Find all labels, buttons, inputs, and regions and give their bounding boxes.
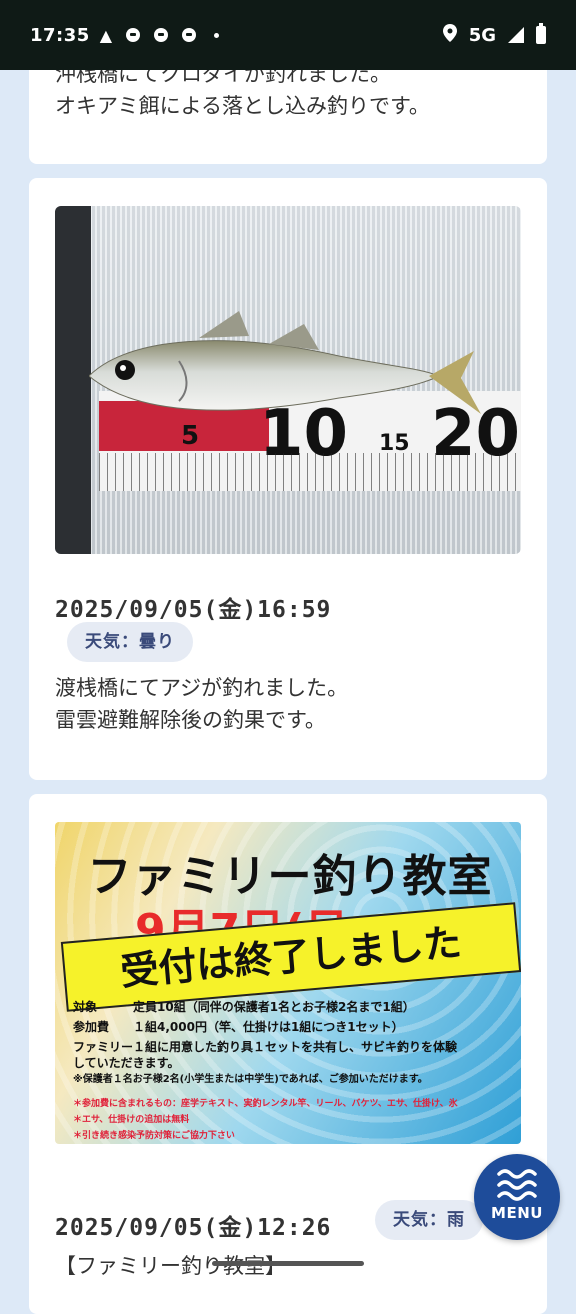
post-body-line: オキアミ餌による落とし込み釣りです。 <box>55 94 430 118</box>
status-time: 17:35 <box>30 24 90 46</box>
waves-icon <box>497 1169 537 1201</box>
post-body-line: 雷雲避難解除後の釣果です。 <box>55 708 326 732</box>
notification-icon <box>182 28 197 42</box>
home-indicator[interactable] <box>212 1261 364 1266</box>
post-datetime: 2025/09/05(金)16:59 <box>55 597 332 623</box>
battery-icon <box>536 23 546 44</box>
flyer-line: ファミリー１組に用意した釣り具１セットを共有し、サビキ釣りを体験 <box>73 1040 458 1054</box>
menu-button-label: MENU <box>491 1204 543 1222</box>
notification-icon <box>126 28 141 42</box>
weather-badge: 天気：曇り <box>67 622 193 662</box>
weather-badge: 天気：雨 <box>375 1200 483 1240</box>
post-datetime: 2025/09/05(金)12:26 <box>55 1215 332 1241</box>
network-type: 5G <box>468 24 496 46</box>
event-flyer-image[interactable]: ファミリー釣り教室 9月7日(日 受付は終了しました 対象 定員10組（同伴の保… <box>55 822 521 1144</box>
notification-icon <box>154 28 169 42</box>
flyer-line: 対象 定員10組（同伴の保護者1名とお子様2名まで1組） <box>73 1000 415 1014</box>
post-card: ファミリー釣り教室 9月7日(日 受付は終了しました 対象 定員10組（同伴の保… <box>29 794 547 1314</box>
flyer-line: 参加費 １組4,000円（竿、仕掛けは1組につき1セット） <box>73 1020 404 1034</box>
flyer-line: ※保護者１名お子様2名(小学生または中学生)であれば、ご参加いただけます。 <box>73 1074 428 1085</box>
horse-mackerel-fish <box>89 311 481 414</box>
photo-edge <box>55 206 91 554</box>
navigation-arrow-icon: ▲ <box>99 25 113 45</box>
flyer-note: ＊引き続き感染予防対策にご協力下さい <box>73 1131 235 1141</box>
post-body: 【ファミリー釣り教室】 <box>55 1250 286 1282</box>
signal-icon <box>508 27 524 43</box>
location-icon <box>442 23 457 47</box>
ruler-ticks <box>99 453 521 491</box>
flyer-note: ＊参加費に含まれるもの：座学テキスト、実釣レンタル竿、リール、バケツ、エサ、仕掛… <box>73 1099 458 1109</box>
post-body-line: 渡桟橋にてアジが釣れました。 <box>55 676 349 700</box>
flyer-line: していただきます。 <box>73 1056 180 1070</box>
menu-button[interactable]: MENU <box>474 1154 560 1240</box>
post-body-line: 【ファミリー釣り教室】 <box>55 1254 286 1278</box>
post-card: 5 10 15 20 2025/09/05(金)16:59 天気：曇り 渡桟橋に… <box>29 178 547 780</box>
flyer-note: ＊エサ、仕掛けの追加は無料 <box>73 1115 190 1125</box>
post-body: 渡桟橋にてアジが釣れました。 雷雲避難解除後の釣果です。 <box>55 672 348 736</box>
catch-photo[interactable]: 5 10 15 20 <box>55 206 521 554</box>
status-bar: 17:35 ▲ 5G <box>0 0 576 70</box>
more-notifications-dot-icon <box>214 32 220 38</box>
